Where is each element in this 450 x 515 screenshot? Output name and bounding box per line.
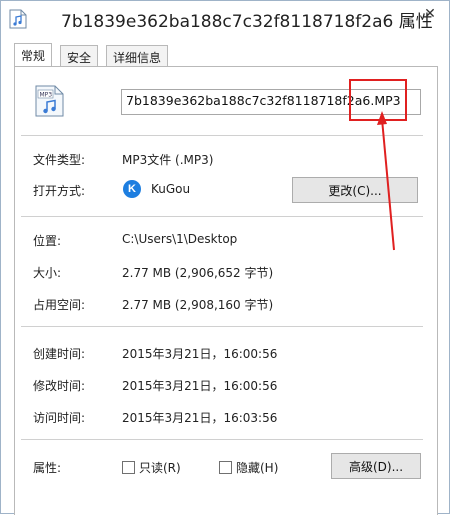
audio-file-icon [9, 9, 27, 29]
tab-security-label: 安全 [67, 51, 92, 65]
created-value: 2015年3月21日，16:00:56 [122, 347, 278, 361]
hidden-checkbox[interactable] [219, 461, 232, 474]
mp3-file-icon: MP3 [35, 85, 64, 117]
attributes-label: 属性: [33, 461, 62, 475]
svg-text:MP3: MP3 [40, 92, 53, 99]
readonly-checkbox[interactable] [122, 461, 135, 474]
tab-details[interactable]: 详细信息 [106, 45, 169, 66]
location-label: 位置: [33, 234, 62, 248]
open-with-value: KuGou [151, 182, 191, 196]
readonly-label: 只读(R) [139, 461, 181, 475]
modified-label: 修改时间: [33, 379, 86, 393]
properties-window: 7b1839e362ba188c7c32f8118718f2a6 属性 ✕ 常规… [0, 0, 450, 515]
kugou-icon: K [123, 180, 141, 198]
file-type-value: MP3文件 (.MP3) [122, 153, 214, 167]
disk-size-value: 2.77 MB (2,908,160 字节) [122, 298, 274, 312]
file-name-input[interactable]: 7b1839e362ba188c7c32f8118718f2a6.MP3 [121, 89, 421, 115]
window-title: 7b1839e362ba188c7c32f8118718f2a6 属性 [61, 12, 433, 32]
hidden-label: 隐藏(H) [236, 461, 279, 475]
close-icon: ✕ [424, 6, 436, 22]
divider [21, 326, 423, 327]
close-button[interactable]: ✕ [411, 1, 449, 27]
change-button[interactable]: 更改(C)... [292, 177, 418, 203]
divider [21, 439, 423, 440]
tab-general-label: 常规 [21, 49, 46, 63]
tab-security[interactable]: 安全 [60, 45, 99, 66]
general-panel: MP3 7b1839e362ba188c7c32f8118718f2a6.MP3… [14, 66, 438, 515]
size-label: 大小: [33, 266, 62, 280]
created-label: 创建时间: [33, 347, 86, 361]
advanced-button[interactable]: 高级(D)... [331, 453, 421, 479]
tab-general[interactable]: 常规 [14, 43, 53, 66]
title-bar[interactable]: 7b1839e362ba188c7c32f8118718f2a6 属性 ✕ [1, 1, 449, 37]
location-value: C:\Users\1\Desktop [122, 232, 238, 246]
file-type-label: 文件类型: [33, 153, 86, 167]
disk-size-label: 占用空间: [33, 298, 86, 312]
tab-details-label: 详细信息 [113, 51, 162, 65]
modified-value: 2015年3月21日，16:00:56 [122, 379, 278, 393]
open-with-label: 打开方式: [33, 184, 86, 198]
size-value: 2.77 MB (2,906,652 字节) [122, 266, 274, 280]
accessed-value: 2015年3月21日，16:03:56 [122, 411, 278, 425]
accessed-label: 访问时间: [33, 411, 86, 425]
divider [21, 135, 423, 136]
divider [21, 216, 423, 217]
